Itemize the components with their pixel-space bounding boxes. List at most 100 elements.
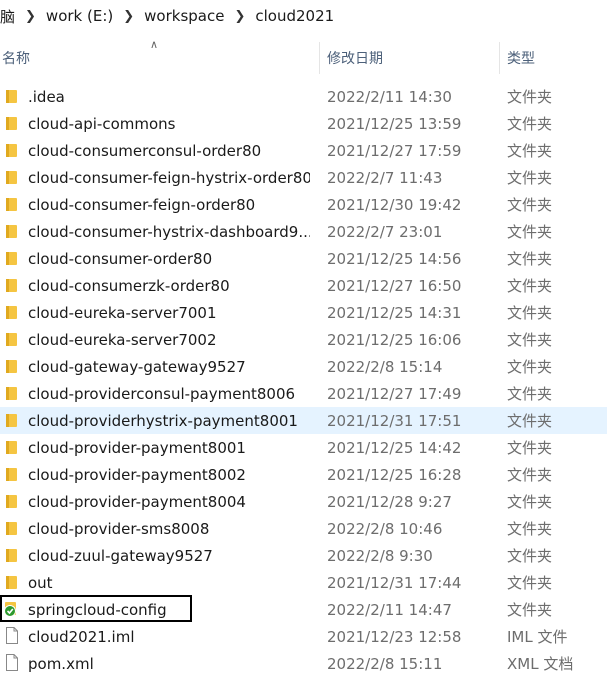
folder-icon: [5, 224, 19, 239]
file-row[interactable]: cloud-consumerconsul-order80 2021/12/27 1…: [0, 137, 607, 164]
file-type: IML 文件: [507, 628, 568, 646]
column-divider[interactable]: [499, 42, 500, 74]
file-type: 文件夹: [507, 88, 553, 106]
file-name: cloud2021.iml: [28, 627, 135, 646]
file-icon: [5, 654, 19, 671]
file-row[interactable]: .idea 2022/2/11 14:30 文件夹: [0, 83, 607, 110]
file-name: cloud-consumerzk-order80: [28, 276, 230, 295]
column-header: ∧ 名称 修改日期 类型: [0, 38, 607, 76]
file-type: 文件夹: [507, 250, 553, 268]
file-row[interactable]: cloud-api-commons 2021/12/25 13:59 文件夹: [0, 110, 607, 137]
folder-icon: [5, 521, 19, 536]
folder-icon: [5, 440, 19, 455]
file-modified-date: 2022/2/8 15:11: [327, 654, 443, 673]
file-modified-date: 2022/2/7 11:43: [327, 168, 443, 187]
file-row[interactable]: cloud-consumerzk-order80 2021/12/27 16:50…: [0, 272, 607, 299]
file-type: 文件夹: [507, 358, 553, 376]
folder-icon: [5, 467, 19, 482]
sort-ascending-icon: ∧: [150, 38, 159, 51]
file-modified-date: 2022/2/8 9:30: [327, 546, 433, 565]
file-row[interactable]: cloud-zuul-gateway9527 2022/2/8 9:30 文件夹: [0, 542, 607, 569]
file-modified-date: 2021/12/30 19:42: [327, 195, 462, 214]
file-name: cloud-consumer-feign-order80: [28, 195, 256, 214]
file-modified-date: 2021/12/28 9:27: [327, 492, 452, 511]
file-row[interactable]: cloud2021.iml 2021/12/23 12:58 IML 文件: [0, 623, 607, 650]
file-type: 文件夹: [507, 385, 553, 403]
folder-icon: [5, 278, 19, 293]
file-name: cloud-consumer-feign-hystrix-order80: [28, 168, 310, 187]
file-modified-date: 2021/12/31 17:44: [327, 573, 462, 592]
file-row[interactable]: cloud-consumer-order80 2021/12/25 14:56 文件…: [0, 245, 607, 272]
file-type: 文件夹: [507, 574, 553, 592]
file-name: cloud-provider-payment8004: [28, 492, 246, 511]
folder-icon: [5, 170, 19, 185]
breadcrumb-item-root[interactable]: 脑: [0, 6, 15, 27]
file-name: cloud-consumerconsul-order80: [28, 141, 262, 160]
file-row[interactable]: cloud-provider-payment8002 2021/12/25 16:…: [0, 461, 607, 488]
file-type: 文件夹: [507, 547, 553, 565]
file-type: 文件夹: [507, 304, 553, 322]
column-header-name[interactable]: 名称: [2, 40, 30, 76]
file-name: pom.xml: [28, 654, 94, 673]
file-modified-date: 2021/12/31 17:51: [327, 411, 462, 430]
file-type: 文件夹: [507, 169, 553, 187]
folder-icon: [5, 197, 19, 212]
folder-icon: [5, 89, 19, 104]
file-row[interactable]: cloud-providerconsul-payment8006 2021/12/…: [0, 380, 607, 407]
file-modified-date: 2021/12/25 13:59: [327, 114, 462, 133]
chevron-right-icon[interactable]: ❯: [234, 9, 245, 24]
file-row[interactable]: cloud-providerhystrix-payment8001 2021/12…: [0, 407, 607, 434]
file-name: cloud-api-commons: [28, 114, 176, 133]
file-name: cloud-eureka-server7001: [28, 303, 217, 322]
file-name: cloud-providerhystrix-payment8001: [28, 411, 298, 430]
file-row[interactable]: pom.xml 2022/2/8 15:11 XML 文档: [0, 650, 607, 677]
file-modified-date: 2022/2/8 10:46: [327, 519, 443, 538]
folder-icon: [5, 386, 19, 401]
breadcrumb-item-drive[interactable]: work (E:): [46, 7, 113, 25]
file-name: springcloud-config: [28, 600, 167, 619]
file-type: 文件夹: [507, 331, 553, 349]
file-modified-date: 2021/12/27 16:50: [327, 276, 462, 295]
breadcrumb: 脑 ❯ work (E:) ❯ workspace ❯ cloud2021: [0, 0, 607, 32]
chevron-right-icon[interactable]: ❯: [123, 9, 134, 24]
file-row[interactable]: cloud-gateway-gateway9527 2022/2/8 15:14 文…: [0, 353, 607, 380]
file-row[interactable]: cloud-consumer-feign-order80 2021/12/30 1…: [0, 191, 607, 218]
file-name: cloud-gateway-gateway9527: [28, 357, 246, 376]
breadcrumb-item-current[interactable]: cloud2021: [255, 7, 334, 25]
column-header-date[interactable]: 修改日期: [327, 40, 383, 76]
file-type: 文件夹: [507, 223, 553, 241]
folder-icon: [5, 116, 19, 131]
file-type: 文件夹: [507, 520, 553, 538]
folder-icon: [5, 359, 19, 374]
file-modified-date: 2021/12/27 17:59: [327, 141, 462, 160]
file-row[interactable]: out 2021/12/31 17:44 文件夹: [0, 569, 607, 596]
file-icon: [5, 627, 19, 644]
file-row[interactable]: cloud-eureka-server7001 2021/12/25 14:31 文…: [0, 299, 607, 326]
column-header-type[interactable]: 类型: [507, 40, 535, 76]
file-row[interactable]: springcloud-config 2022/2/11 14:47 文件夹: [0, 595, 607, 623]
file-modified-date: 2021/12/23 12:58: [327, 627, 462, 646]
file-type: 文件夹: [507, 493, 553, 511]
file-row[interactable]: cloud-provider-payment8004 2021/12/28 9:2…: [0, 488, 607, 515]
folder-icon: [5, 575, 19, 590]
file-row[interactable]: cloud-consumer-feign-hystrix-order80 2022…: [0, 164, 607, 191]
breadcrumb-item-workspace[interactable]: workspace: [144, 7, 224, 25]
file-modified-date: 2021/12/27 17:49: [327, 384, 462, 403]
file-name: cloud-consumer-hystrix-dashboard9...: [28, 222, 310, 241]
folder-icon: [5, 413, 19, 428]
folder-icon: [5, 143, 19, 158]
column-divider[interactable]: [319, 42, 320, 74]
file-row[interactable]: cloud-eureka-server7002 2021/12/25 16:06 文…: [0, 326, 607, 353]
file-type: 文件夹: [507, 142, 553, 160]
file-row[interactable]: cloud-consumer-hystrix-dashboard9... 2022…: [0, 218, 607, 245]
folder-icon: [5, 305, 19, 320]
folder-icon: [5, 548, 19, 563]
file-row[interactable]: cloud-provider-sms8008 2022/2/8 10:46 文件夹: [0, 515, 607, 542]
file-name: .idea: [28, 87, 65, 106]
file-type: 文件夹: [507, 601, 553, 619]
file-name: cloud-provider-payment8002: [28, 465, 246, 484]
file-modified-date: 2021/12/25 16:28: [327, 465, 462, 484]
file-name: cloud-providerconsul-payment8006: [28, 384, 296, 403]
chevron-right-icon[interactable]: ❯: [25, 9, 36, 24]
file-row[interactable]: cloud-provider-payment8001 2021/12/25 14:…: [0, 434, 607, 461]
